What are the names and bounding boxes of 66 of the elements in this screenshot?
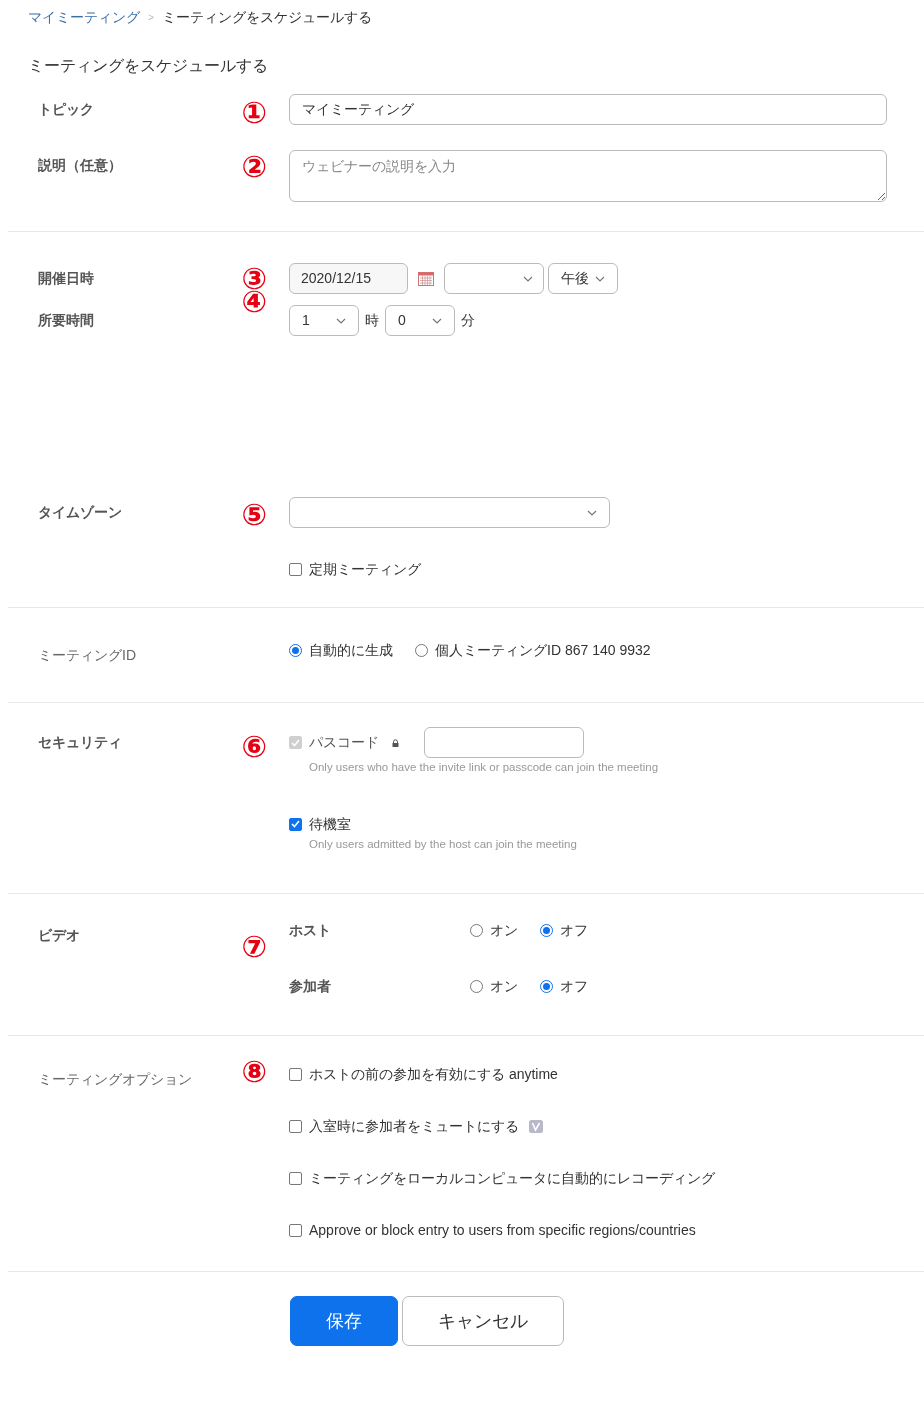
checkbox-label: 定期ミーティング: [309, 560, 421, 579]
radio-button[interactable]: [540, 923, 553, 937]
step-marker: ⑤: [241, 499, 267, 531]
radio-label: オン: [490, 976, 518, 996]
chevron-down-icon: [336, 317, 346, 324]
lock-icon: [392, 738, 399, 747]
radio-button[interactable]: [470, 923, 483, 937]
description-textarea[interactable]: ウェビナーの説明を入力: [289, 150, 887, 202]
field-label: 所要時間: [38, 311, 94, 330]
field-label: 開催日時: [38, 269, 94, 288]
checkbox-label: パスコード: [309, 733, 379, 752]
save-button[interactable]: 保存: [290, 1296, 398, 1346]
radio-label: 自動的に生成: [309, 640, 393, 660]
hint-text: Only users admitted by the host can join the meeting: [308, 837, 578, 853]
minutes-select[interactable]: 0: [385, 305, 455, 336]
radio-button[interactable]: [540, 979, 553, 993]
hint-text: Only users who have the invite link or passcode can join the meeting: [308, 760, 660, 775]
step-marker: ⑦: [241, 931, 267, 963]
page-title: ミーティングをスケジュールする: [27, 56, 269, 74]
chevron-down-icon: [432, 317, 442, 324]
hours-select[interactable]: 1: [289, 305, 359, 336]
breadcrumb-link[interactable]: マイミーティング: [28, 6, 140, 28]
checkbox[interactable]: [289, 1067, 302, 1081]
step-marker: ②: [241, 151, 267, 183]
field-label: ミーティングID: [38, 646, 136, 665]
chevron-down-icon: [595, 275, 605, 282]
checkbox-label: Approve or block entry to users from specific regions/countries: [309, 1220, 696, 1240]
row-label: ホスト: [289, 920, 332, 940]
checkbox[interactable]: [289, 1119, 302, 1133]
field-label: 説明（任意）: [38, 156, 122, 175]
row-label: 参加者: [289, 976, 332, 996]
radio-button[interactable]: [415, 643, 428, 657]
date-field[interactable]: 2020/12/15: [289, 263, 408, 294]
radio-label: 個人ミーティングID 867 140 9932: [435, 640, 651, 660]
field-label: タイムゾーン: [38, 503, 122, 522]
checkbox-label: ホストの前の参加を有効にする anytime: [309, 1064, 558, 1084]
calendar-icon: [418, 271, 434, 286]
radio-button[interactable]: [289, 643, 302, 657]
ampm-select[interactable]: 午後: [548, 263, 618, 294]
checkbox[interactable]: [289, 1171, 302, 1185]
checkbox[interactable]: [289, 817, 302, 831]
topic-input[interactable]: マイミーティング: [289, 94, 887, 125]
checkbox[interactable]: [289, 1223, 302, 1237]
step-marker: ⑧: [241, 1056, 267, 1088]
chevron-down-icon: [587, 509, 597, 516]
breadcrumb-current: ミーティングをスケジュールする: [161, 7, 372, 27]
passcode-input[interactable]: [424, 727, 584, 758]
radio-label: オン: [490, 920, 518, 940]
checkbox-label: ミーティングをローカルコンピュータに自動的にレコーディング: [309, 1168, 715, 1188]
cancel-button[interactable]: キャンセル: [402, 1296, 564, 1346]
checkbox[interactable]: [289, 563, 302, 576]
step-marker: ⑥: [241, 731, 267, 763]
breadcrumb-separator: >: [148, 10, 154, 25]
field-label: ミーティングオプション: [38, 1070, 192, 1089]
radio-label: オフ: [560, 920, 588, 940]
radio-label: オフ: [560, 976, 588, 996]
field-label: セキュリティ: [38, 733, 122, 752]
step-marker: ①: [241, 97, 267, 129]
unit-label: 時: [365, 311, 379, 330]
unit-label: 分: [461, 311, 475, 330]
chevron-down-icon: [523, 275, 533, 282]
field-label: ビデオ: [38, 926, 80, 945]
radio-button[interactable]: [470, 979, 483, 993]
checkbox-label: 待機室: [309, 814, 351, 834]
checkbox-label: 入室時に参加者をミュートにする: [309, 1116, 519, 1136]
field-label: トピック: [38, 100, 94, 119]
